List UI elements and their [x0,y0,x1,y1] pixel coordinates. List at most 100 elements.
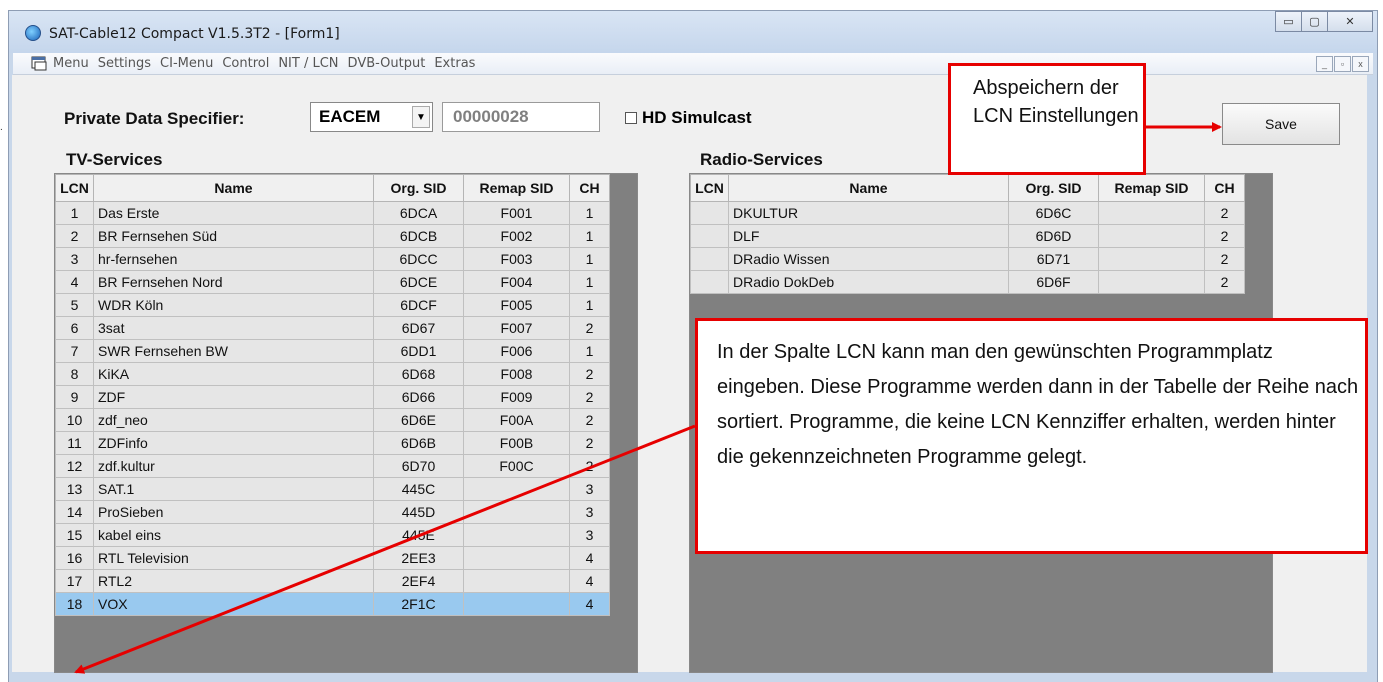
radio-cell-remap-sid[interactable] [1098,201,1205,225]
tv-row[interactable]: 5 WDR Köln 6DCF F005 1 [55,293,610,317]
tv-cell-ch[interactable]: 2 [569,362,610,386]
tv-cell-ch[interactable]: 1 [569,293,610,317]
tv-cell-lcn[interactable]: 16 [55,546,94,570]
tv-cell-org-sid[interactable]: 6D6B [373,431,464,455]
save-button[interactable]: Save [1222,103,1340,145]
radio-cell-remap-sid[interactable] [1098,247,1205,271]
tv-cell-org-sid[interactable]: 445C [373,477,464,501]
radio-header-lcn[interactable]: LCN [690,174,729,202]
tv-cell-lcn[interactable]: 17 [55,569,94,593]
tv-cell-remap-sid[interactable]: F004 [463,270,570,294]
tv-cell-ch[interactable]: 1 [569,201,610,225]
radio-cell-ch[interactable]: 2 [1204,270,1245,294]
mdi-minimize-button[interactable]: _ [1316,56,1333,72]
tv-cell-org-sid[interactable]: 445D [373,500,464,524]
tv-header-remap-sid[interactable]: Remap SID [463,174,570,202]
tv-cell-remap-sid[interactable]: F003 [463,247,570,271]
radio-header-ch[interactable]: CH [1204,174,1245,202]
tv-cell-org-sid[interactable]: 6D68 [373,362,464,386]
tv-cell-ch[interactable]: 2 [569,385,610,409]
mdi-form-icon[interactable] [31,56,47,71]
radio-row[interactable]: DKULTUR 6D6C 2 [690,201,1245,225]
tv-row[interactable]: 9 ZDF 6D66 F009 2 [55,385,610,409]
tv-cell-ch[interactable]: 3 [569,477,610,501]
tv-cell-ch[interactable]: 2 [569,408,610,432]
radio-cell-lcn[interactable] [690,201,729,225]
radio-cell-lcn[interactable] [690,224,729,248]
tv-cell-ch[interactable]: 4 [569,546,610,570]
tv-cell-remap-sid[interactable]: F002 [463,224,570,248]
radio-row[interactable]: DRadio DokDeb 6D6F 2 [690,270,1245,294]
tv-row[interactable]: 16 RTL Television 2EE3 4 [55,546,610,570]
tv-cell-lcn[interactable]: 2 [55,224,94,248]
tv-cell-lcn[interactable]: 5 [55,293,94,317]
tv-cell-org-sid[interactable]: 6DCC [373,247,464,271]
tv-cell-name[interactable]: WDR Köln [93,293,374,317]
tv-cell-name[interactable]: ProSieben [93,500,374,524]
radio-cell-org-sid[interactable]: 6D6D [1008,224,1099,248]
menu-item-settings[interactable]: Settings [98,56,151,71]
tv-row[interactable]: 6 3sat 6D67 F007 2 [55,316,610,340]
tv-header-lcn[interactable]: LCN [55,174,94,202]
tv-cell-org-sid[interactable]: 6DCA [373,201,464,225]
radio-cell-name[interactable]: DRadio Wissen [728,247,1009,271]
tv-cell-name[interactable]: zdf.kultur [93,454,374,478]
tv-cell-org-sid[interactable]: 6DCB [373,224,464,248]
tv-cell-name[interactable]: 3sat [93,316,374,340]
tv-cell-remap-sid[interactable]: F006 [463,339,570,363]
tv-cell-ch[interactable]: 4 [569,592,610,616]
tv-cell-name[interactable]: zdf_neo [93,408,374,432]
tv-cell-lcn[interactable]: 14 [55,500,94,524]
tv-cell-remap-sid[interactable] [463,477,570,501]
menu-item-extras[interactable]: Extras [434,56,475,71]
radio-cell-ch[interactable]: 2 [1204,201,1245,225]
tv-cell-lcn[interactable]: 7 [55,339,94,363]
tv-cell-ch[interactable]: 2 [569,316,610,340]
tv-cell-name[interactable]: Das Erste [93,201,374,225]
tv-row[interactable]: 11 ZDFinfo 6D6B F00B 2 [55,431,610,455]
tv-cell-remap-sid[interactable]: F00C [463,454,570,478]
tv-cell-org-sid[interactable]: 6D67 [373,316,464,340]
tv-cell-remap-sid[interactable] [463,546,570,570]
radio-cell-remap-sid[interactable] [1098,224,1205,248]
tv-cell-lcn[interactable]: 1 [55,201,94,225]
tv-row[interactable]: 2 BR Fernsehen Süd 6DCB F002 1 [55,224,610,248]
tv-cell-org-sid[interactable]: 6DCE [373,270,464,294]
menu-item-ci-menu[interactable]: CI-Menu [160,56,213,71]
tv-cell-ch[interactable]: 3 [569,500,610,524]
radio-header-remap-sid[interactable]: Remap SID [1098,174,1205,202]
tv-cell-remap-sid[interactable]: F001 [463,201,570,225]
tv-header-name[interactable]: Name [93,174,374,202]
mdi-restore-button[interactable]: ▫ [1334,56,1351,72]
tv-cell-ch[interactable]: 2 [569,454,610,478]
tv-cell-org-sid[interactable]: 6D70 [373,454,464,478]
tv-cell-lcn[interactable]: 12 [55,454,94,478]
tv-cell-name[interactable]: SWR Fernsehen BW [93,339,374,363]
tv-cell-name[interactable]: kabel eins [93,523,374,547]
tv-row[interactable]: 7 SWR Fernsehen BW 6DD1 F006 1 [55,339,610,363]
tv-cell-name[interactable]: RTL2 [93,569,374,593]
menu-item-dvb-output[interactable]: DVB-Output [348,56,426,71]
tv-header-ch[interactable]: CH [569,174,610,202]
tv-row[interactable]: 3 hr-fernsehen 6DCC F003 1 [55,247,610,271]
chevron-down-icon[interactable]: ▼ [412,106,430,128]
tv-row[interactable]: 10 zdf_neo 6D6E F00A 2 [55,408,610,432]
tv-cell-name[interactable]: VOX [93,592,374,616]
menu-item-control[interactable]: Control [222,56,269,71]
tv-row[interactable]: 8 KiKA 6D68 F008 2 [55,362,610,386]
tv-cell-ch[interactable]: 4 [569,569,610,593]
tv-cell-name[interactable]: ZDFinfo [93,431,374,455]
pds-select[interactable]: EACEM ▼ [310,102,433,132]
radio-cell-lcn[interactable] [690,270,729,294]
tv-cell-remap-sid[interactable]: F00A [463,408,570,432]
mdi-close-button[interactable]: x [1352,56,1369,72]
tv-cell-lcn[interactable]: 13 [55,477,94,501]
tv-cell-remap-sid[interactable] [463,569,570,593]
hd-simulcast-checkbox[interactable] [625,112,637,124]
tv-cell-remap-sid[interactable]: F005 [463,293,570,317]
tv-cell-remap-sid[interactable]: F008 [463,362,570,386]
tv-cell-lcn[interactable]: 18 [55,592,94,616]
tv-cell-name[interactable]: RTL Television [93,546,374,570]
tv-row[interactable]: 13 SAT.1 445C 3 [55,477,610,501]
radio-cell-name[interactable]: DKULTUR [728,201,1009,225]
